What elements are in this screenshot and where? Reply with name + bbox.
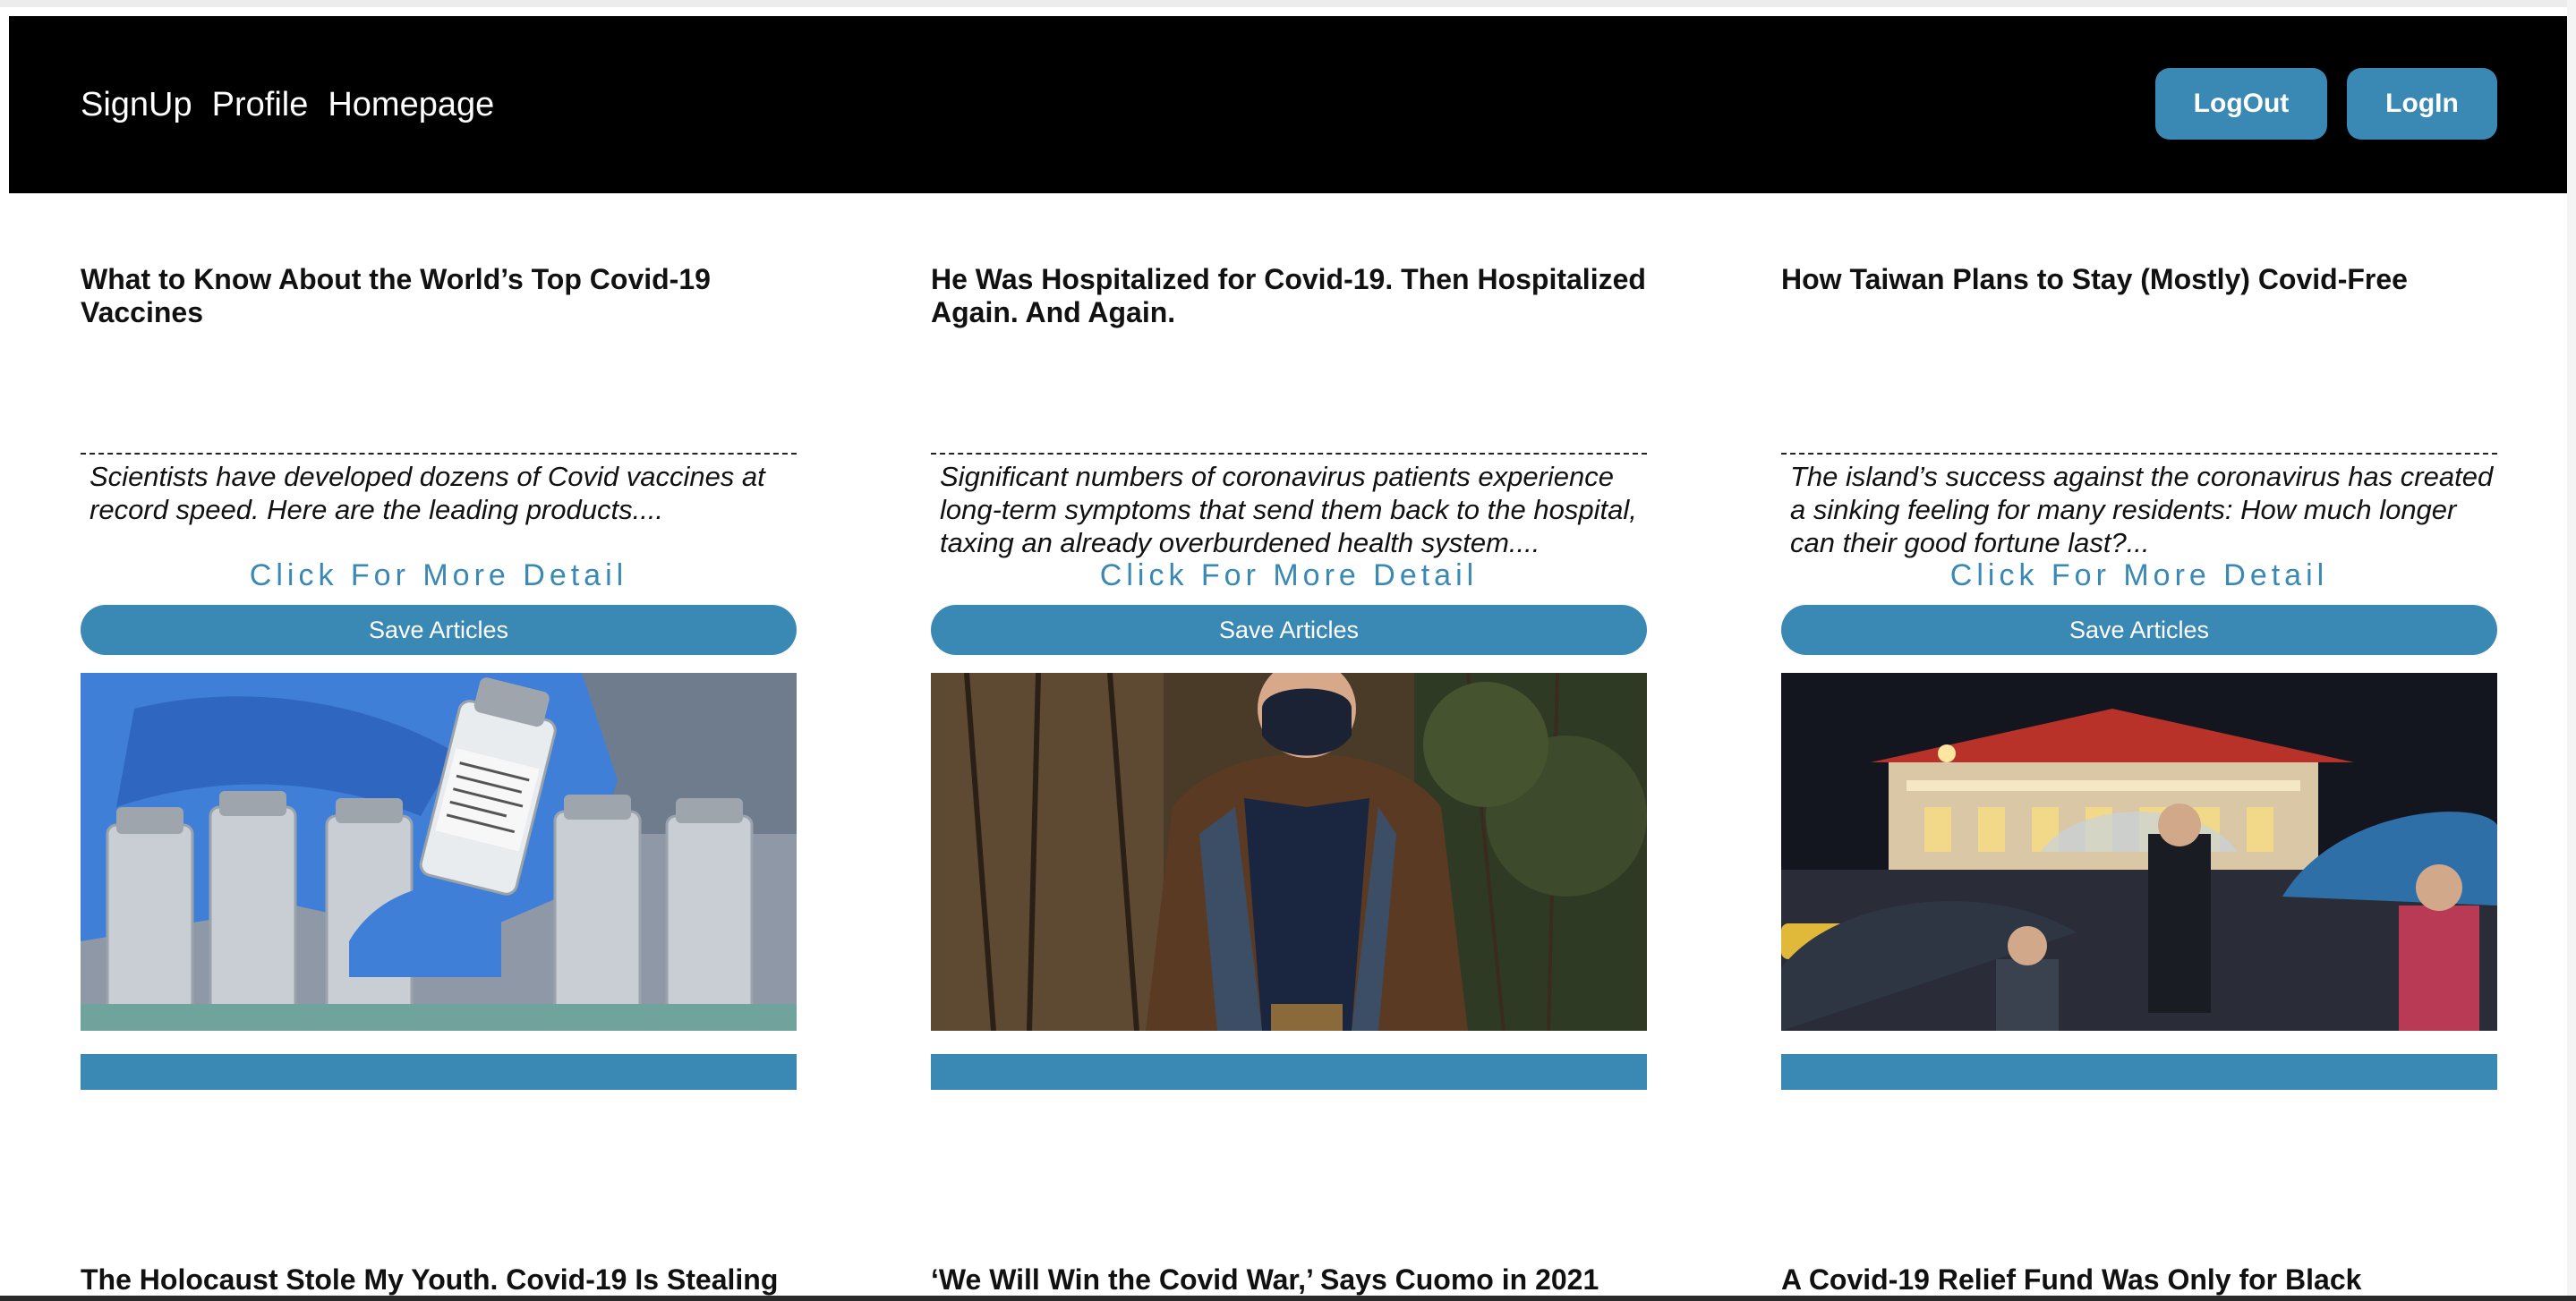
article-title: How Taiwan Plans to Stay (Mostly) Covid-… xyxy=(1781,263,2408,295)
article-card: He Was Hospitalized for Covid-19. Then H… xyxy=(931,263,1647,1090)
save-article-button[interactable]: Save Articles xyxy=(81,605,797,655)
more-detail-link[interactable]: Click For More Detail xyxy=(1781,558,2497,593)
article-image-vaccines[interactable] xyxy=(81,673,797,1031)
window-right-edge xyxy=(2567,0,2576,1301)
navbar: SignUp Profile Homepage LogOut LogIn xyxy=(9,16,2567,193)
article-divider xyxy=(1781,453,2497,455)
article-description: The island’s success against the coronav… xyxy=(1790,461,2494,558)
nav-links: SignUp Profile Homepage xyxy=(81,16,494,193)
article-image-taiwan[interactable] xyxy=(1781,673,2497,1031)
article-divider xyxy=(81,453,797,455)
next-article-title: A Covid-19 Relief Fund Was Only for Blac… xyxy=(1781,1263,2362,1296)
article-description: Scientists have developed dozens of Covi… xyxy=(90,461,765,525)
next-article-title: ‘We Will Win the Covid War,’ Says Cuomo … xyxy=(931,1263,1599,1296)
login-button[interactable]: LogIn xyxy=(2347,68,2497,140)
article-divider xyxy=(931,453,1647,455)
article-bar xyxy=(1781,1054,2497,1090)
nav-link-signup[interactable]: SignUp xyxy=(81,86,192,124)
article-bar xyxy=(931,1054,1647,1090)
article-title: What to Know About the World’s Top Covid… xyxy=(81,263,711,328)
next-article-title: The Holocaust Stole My Youth. Covid-19 I… xyxy=(81,1263,779,1296)
article-bar xyxy=(81,1054,797,1090)
logout-button[interactable]: LogOut xyxy=(2155,68,2327,140)
nav-link-homepage[interactable]: Homepage xyxy=(328,86,494,124)
save-article-button[interactable]: Save Articles xyxy=(931,605,1647,655)
article-card: How Taiwan Plans to Stay (Mostly) Covid-… xyxy=(1781,263,2497,1090)
more-detail-link[interactable]: Click For More Detail xyxy=(81,558,797,593)
nav-link-profile[interactable]: Profile xyxy=(212,86,309,124)
article-title: He Was Hospitalized for Covid-19. Then H… xyxy=(931,263,1646,328)
article-image-patient[interactable] xyxy=(931,673,1647,1031)
more-detail-link[interactable]: Click For More Detail xyxy=(931,558,1647,593)
article-description: Significant numbers of coronavirus patie… xyxy=(940,461,1637,558)
save-article-button[interactable]: Save Articles xyxy=(1781,605,2497,655)
article-card: What to Know About the World’s Top Covid… xyxy=(81,263,797,1090)
window-bottom-edge xyxy=(0,1296,2576,1301)
window-top-edge xyxy=(0,0,2576,7)
